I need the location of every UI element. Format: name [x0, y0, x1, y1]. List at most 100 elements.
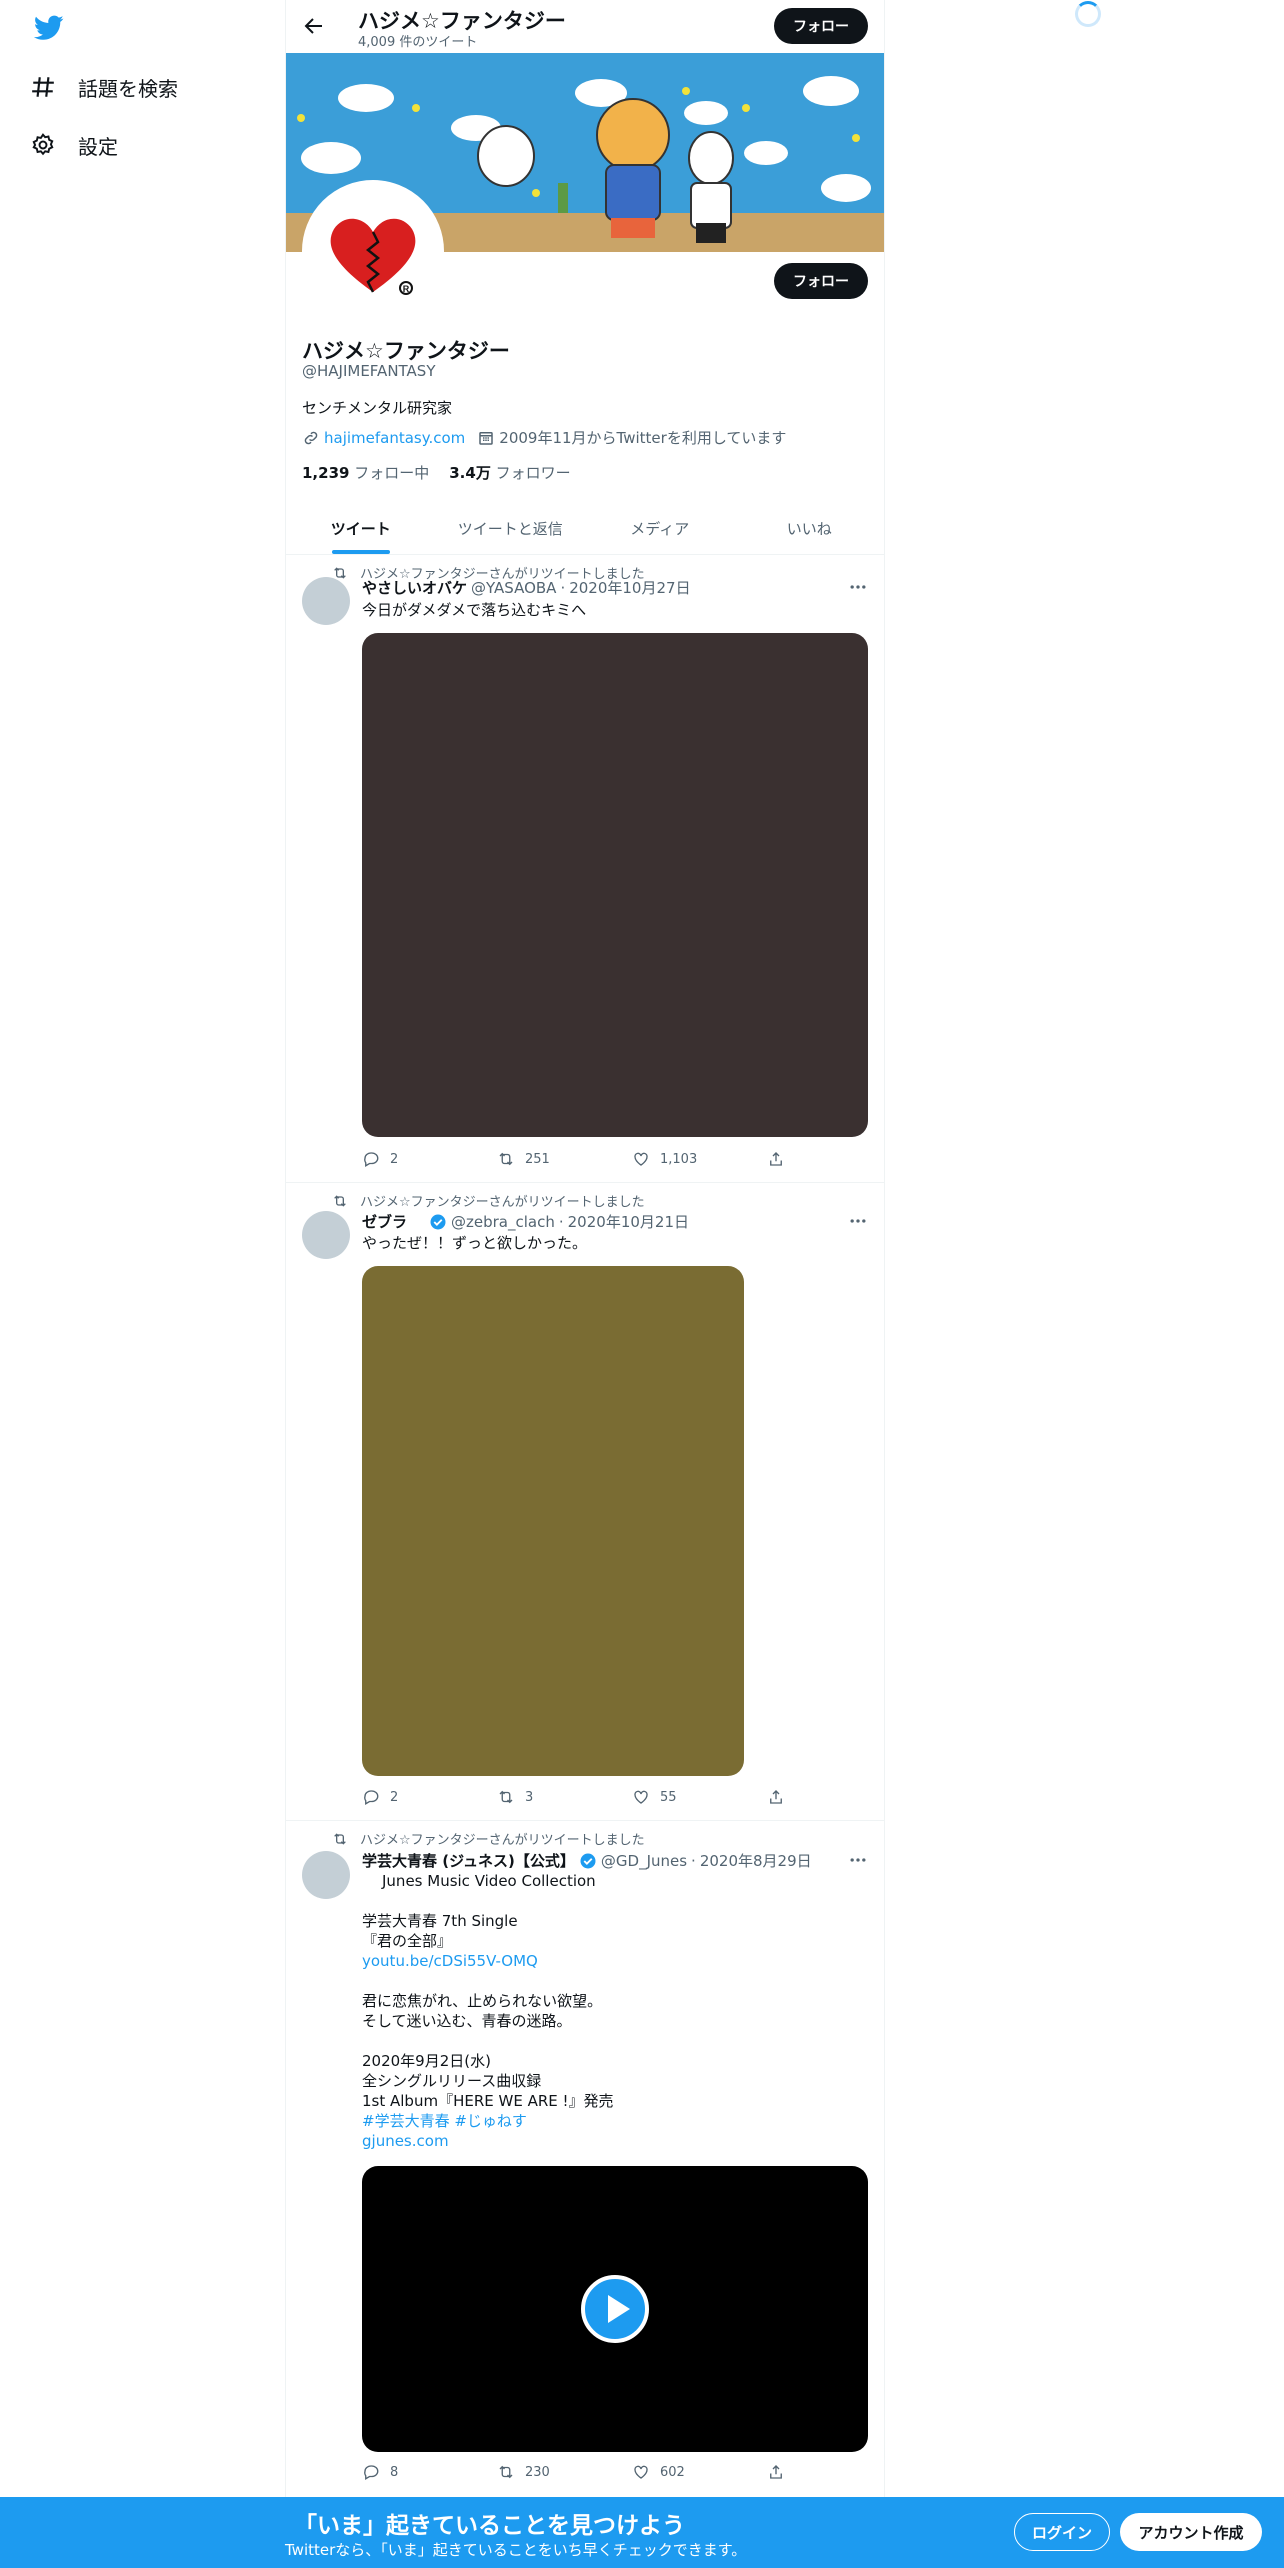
tweet-text: やったぜ！！ずっと欲しかった。 — [362, 1234, 588, 1252]
retweet-button[interactable]: 3 — [497, 1788, 567, 1806]
tweet-header: やさしいオバケ @YASAOBA · 2020年10月27日 — [362, 577, 691, 598]
tweet[interactable]: ハジメ☆ファンタジーさんがリツイートしました 学芸大青春 (ジュネス)【公式】 … — [286, 1821, 884, 2497]
profile-website[interactable]: hajimefantasy.com — [302, 429, 465, 447]
nav-settings[interactable]: 設定 — [30, 125, 118, 165]
tweet-hashtags[interactable]: #学芸大青春 #じゅねす — [362, 2111, 614, 2131]
avatar[interactable] — [302, 1851, 350, 1899]
calendar-icon — [479, 431, 494, 445]
reply-button[interactable]: 8 — [362, 2463, 432, 2481]
like-button[interactable]: 602 — [632, 2463, 702, 2481]
signup-button[interactable]: アカウント作成 — [1120, 2513, 1262, 2551]
more-options-icon[interactable] — [848, 1850, 868, 1870]
header-tweet-count: 4,009 件のツイート — [358, 35, 478, 50]
reply-icon — [364, 1790, 379, 1805]
reply-count: 2 — [390, 1151, 399, 1167]
tweet-author-name[interactable]: 学芸大青春 (ジュネス)【公式】 — [362, 1850, 575, 1871]
retweet-icon — [334, 1832, 346, 1845]
profile-website-link[interactable]: hajimefantasy.com — [324, 429, 465, 447]
login-button[interactable]: ログイン — [1014, 2513, 1110, 2551]
heart-icon — [634, 1152, 648, 1166]
tweet-author-name[interactable]: ゼブラ — [362, 1211, 407, 1232]
following-stat[interactable]: 1,239 フォロー中 — [302, 462, 429, 483]
tweet-date[interactable]: 2020年8月29日 — [700, 1850, 812, 1871]
reply-count: 2 — [390, 1789, 399, 1805]
more-options-icon[interactable] — [848, 577, 868, 597]
tweet-text-line: そして迷い込む、青春の迷路。 — [362, 2012, 572, 2030]
avatar[interactable] — [302, 1211, 350, 1259]
tweet-text-line: 1st Album『HERE WE ARE !』発売 — [362, 2092, 614, 2110]
tweet-author-handle[interactable]: @zebra_clach — [451, 1213, 555, 1231]
tab-tweets-replies[interactable]: ツイートと返信 — [436, 502, 586, 554]
heart-icon — [634, 2465, 648, 2479]
profile-bio: センチメンタル研究家 — [302, 399, 453, 417]
retweet-context: ハジメ☆ファンタジーさんがリツイートしました — [332, 1829, 645, 1848]
reply-icon — [364, 1152, 379, 1167]
heart-logo-icon: R — [330, 218, 416, 295]
nav-explore[interactable]: 話題を検索 — [30, 67, 178, 107]
share-icon — [770, 1790, 782, 1804]
tab-tweets[interactable]: ツイート — [286, 502, 436, 554]
collection-label[interactable]: Junes Music Video Collection — [382, 1871, 596, 1891]
share-button[interactable] — [767, 1150, 787, 1168]
retweet-button[interactable]: 251 — [497, 1150, 567, 1168]
tweet-text-line — [362, 2031, 614, 2051]
tweet-text-line: 学芸大青春 7th Single — [362, 1912, 518, 1930]
header-follow-button[interactable]: フォロー — [774, 8, 868, 44]
avatar[interactable] — [302, 577, 350, 625]
tweet-author-name[interactable]: やさしいオバケ — [362, 577, 467, 598]
tweet-date[interactable]: 2020年10月27日 — [569, 577, 690, 598]
following-label: フォロー中 — [354, 464, 430, 482]
profile-handle: @HAJIMEFANTASY — [302, 362, 436, 380]
tab-media[interactable]: メディア — [585, 502, 735, 554]
nav-settings-label: 設定 — [78, 134, 118, 159]
tweet-date[interactable]: 2020年10月21日 — [568, 1211, 689, 1232]
tweet[interactable]: ハジメ☆ファンタジーさんがリツイートしました やさしいオバケ @YASAOBA … — [286, 555, 884, 1183]
profile-tabs: ツイート ツイートと返信 メディア いいね — [286, 502, 884, 555]
signup-banner-title: 「いま」起きていることを見つけよう — [294, 2513, 685, 2539]
tweet-separator: · — [558, 1212, 564, 1231]
retweet-icon — [499, 1790, 513, 1804]
share-icon — [770, 2465, 782, 2479]
profile-joined-label: 2009年11月からTwitterを利用しています — [499, 429, 787, 447]
reply-button[interactable]: 2 — [362, 1788, 432, 1806]
tweet-link[interactable]: youtu.be/cDSi55V-OMQ — [362, 1951, 614, 1971]
tweet-video[interactable] — [362, 2166, 868, 2452]
like-button[interactable]: 1,103 — [632, 1150, 702, 1168]
retweet-context-label: ハジメ☆ファンタジーさんがリツイートしました — [360, 1195, 645, 1210]
tweet[interactable]: ハジメ☆ファンタジーさんがリツイートしました ゼブラ @zebra_clach … — [286, 1183, 884, 1821]
tweet-author-handle[interactable]: @GD_Junes — [601, 1852, 687, 1870]
profile-joined: 2009年11月からTwitterを利用しています — [477, 427, 786, 448]
profile-follow-button[interactable]: フォロー — [774, 263, 868, 299]
tweet-link[interactable]: gjunes.com — [362, 2131, 614, 2151]
twitter-logo-icon[interactable] — [34, 15, 64, 41]
share-button[interactable] — [767, 2463, 787, 2481]
more-options-icon[interactable] — [848, 1211, 868, 1231]
reply-button[interactable]: 2 — [362, 1150, 432, 1168]
tweet-text-line: 君に恋焦がれ、止められない欲望。 — [362, 1992, 603, 2010]
svg-text:R: R — [403, 284, 410, 294]
tweet-text-line: 『君の全部』 — [362, 1932, 453, 1950]
profile-header: ハジメ☆ファンタジー 4,009 件のツイート フォロー — [286, 0, 884, 53]
tweet-author-handle[interactable]: @YASAOBA — [471, 579, 556, 597]
share-button[interactable] — [767, 1788, 787, 1806]
tweet-media[interactable] — [362, 633, 868, 1137]
tweet-text-line: 全シングルリリース曲収録 — [362, 2072, 542, 2090]
profile-avatar[interactable]: R — [302, 180, 444, 322]
tweet-header: ゼブラ @zebra_clach · 2020年10月21日 — [362, 1211, 689, 1232]
tweet-header: 学芸大青春 (ジュネス)【公式】 @GD_Junes · 2020年8月29日 — [362, 1850, 812, 1871]
tweet-text-line: 2020年9月2日(水) — [362, 2052, 491, 2070]
retweet-count: 230 — [525, 2464, 550, 2480]
tweet-actions: 8 230 602 — [362, 2463, 787, 2481]
retweet-button[interactable]: 230 — [497, 2463, 567, 2481]
reply-count: 8 — [390, 2464, 399, 2480]
tweet-media[interactable] — [362, 1266, 744, 1776]
followers-stat[interactable]: 3.4万 フォロワー — [449, 462, 570, 483]
tab-likes[interactable]: いいね — [735, 502, 885, 554]
retweet-icon — [499, 2465, 513, 2479]
back-arrow-icon[interactable] — [302, 14, 326, 38]
retweet-count: 3 — [525, 1789, 534, 1805]
followers-count: 3.4万 — [449, 464, 491, 482]
verified-badge-icon — [580, 1853, 596, 1868]
play-icon[interactable] — [580, 2274, 650, 2344]
like-button[interactable]: 55 — [632, 1788, 702, 1806]
